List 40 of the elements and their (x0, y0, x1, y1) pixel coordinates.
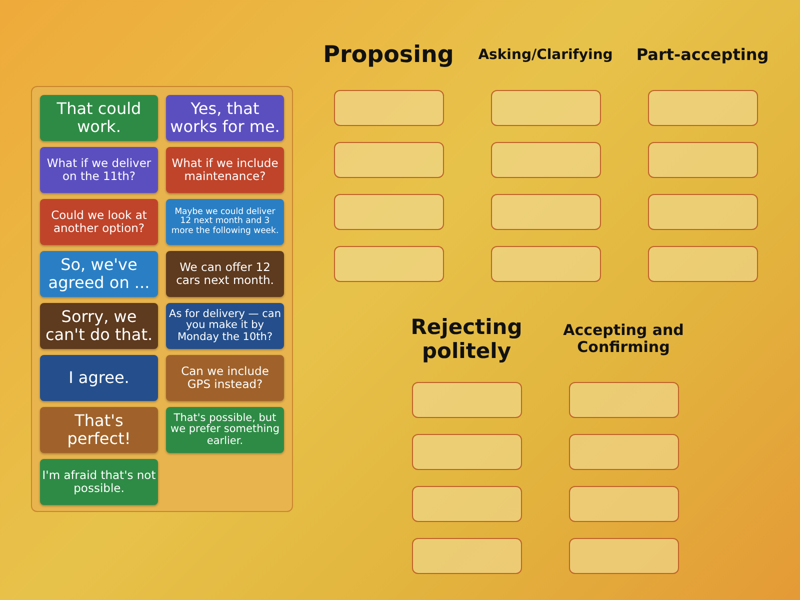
drop-slot[interactable] (648, 194, 758, 230)
answer-card[interactable]: Sorry, we can't do that. (40, 303, 158, 349)
drop-slot[interactable] (568, 434, 678, 470)
answer-card[interactable]: What if we deliver on the 11th? (40, 147, 158, 193)
category-heading: Rejecting politely (410, 314, 524, 365)
drop-slot[interactable] (648, 90, 758, 126)
answer-card[interactable]: We can offer 12 cars next month. (166, 251, 284, 297)
drop-slot[interactable] (568, 486, 678, 522)
drop-slot[interactable] (568, 538, 678, 574)
drop-slot[interactable] (490, 194, 600, 230)
drop-slot[interactable] (568, 382, 678, 418)
answer-card[interactable]: Could we look at another option? (40, 199, 158, 245)
answer-card[interactable]: What if we include maintenance? (166, 147, 284, 193)
drop-slot[interactable] (648, 142, 758, 178)
answer-card[interactable]: Can we include GPS instead? (166, 355, 284, 401)
answer-card[interactable]: That's perfect! (40, 407, 158, 453)
answer-card[interactable]: Yes, that works for me. (166, 95, 284, 141)
answer-card[interactable]: I'm afraid that's not possible. (40, 459, 158, 505)
drop-slot[interactable] (490, 90, 600, 126)
category-heading: Part-accepting (636, 44, 769, 66)
drop-slot[interactable] (490, 142, 600, 178)
drop-slot[interactable] (334, 194, 444, 230)
answer-card[interactable]: Maybe we could deliver 12 next month and 3 more the following week. (166, 199, 284, 245)
drop-slot[interactable] (334, 142, 444, 178)
drop-slot[interactable] (412, 382, 522, 418)
answer-card[interactable]: As for delivery — can you make it by Monday the 10th? (166, 303, 284, 349)
drop-slot[interactable] (490, 246, 600, 282)
drop-slot[interactable] (412, 486, 522, 522)
answer-card[interactable]: That's possible, but we prefer something earlier. (166, 407, 284, 453)
drop-slot[interactable] (334, 90, 444, 126)
drop-slot[interactable] (412, 434, 522, 470)
category-heading: Accepting and Confirming (562, 320, 685, 358)
category-heading: Asking/Clarifying (478, 46, 613, 65)
answer-card[interactable]: That could work. (40, 95, 158, 141)
answer-card[interactable]: So, we've agreed on ... (40, 251, 158, 297)
drop-slot[interactable] (334, 246, 444, 282)
category-heading: Proposing (323, 40, 454, 70)
drop-slot[interactable] (412, 538, 522, 574)
answer-card[interactable]: I agree. (40, 355, 158, 401)
drop-slot[interactable] (648, 246, 758, 282)
